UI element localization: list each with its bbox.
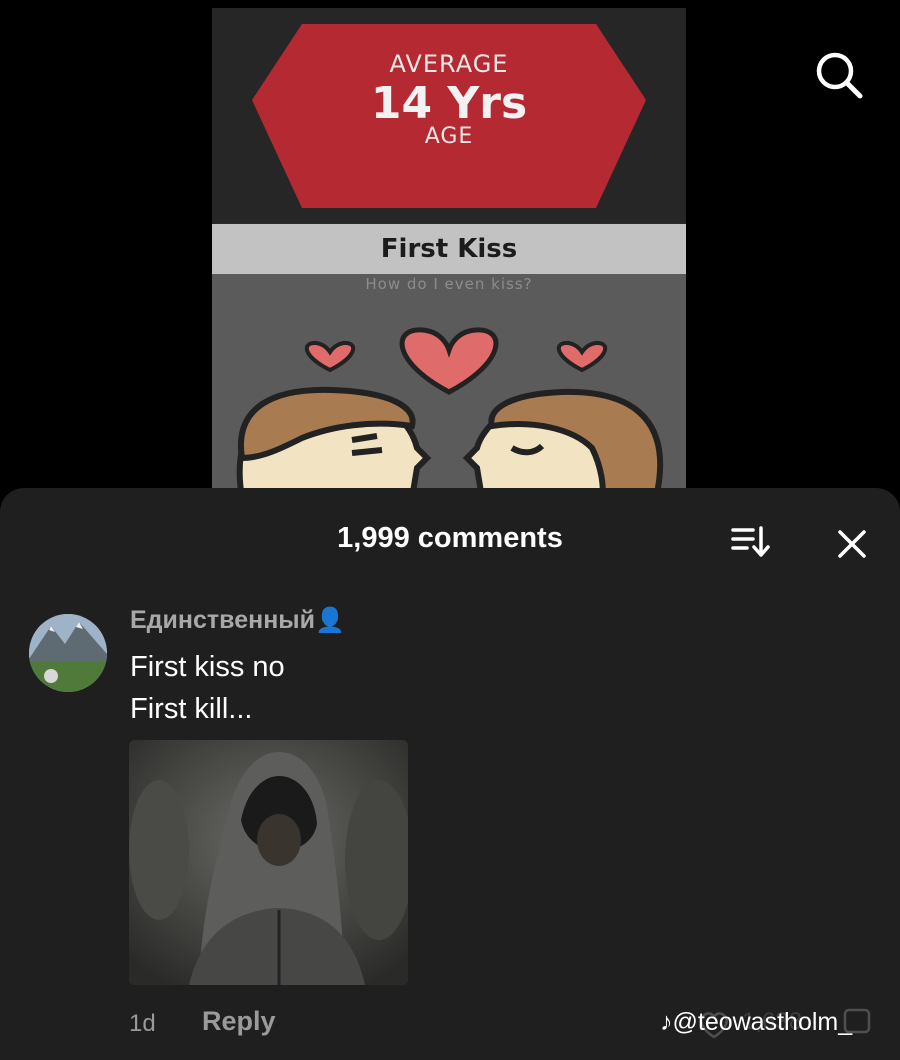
comment-line-2: First kill... — [130, 693, 253, 725]
reply-button[interactable]: Reply — [202, 1006, 276, 1037]
kissing-couple-illustration — [236, 327, 664, 498]
comment-timestamp: 1d — [129, 1010, 156, 1037]
heart-small-left-icon — [304, 341, 356, 373]
heart-small-right-icon — [556, 341, 608, 373]
video-frame[interactable]: AVERAGE 14 Yrs AGE First Kiss How do I e… — [212, 8, 686, 498]
badge-bottom-label: AGE — [424, 124, 474, 149]
badge-top-label: AVERAGE — [389, 50, 509, 78]
tiktok-icon: ♪ — [660, 1008, 673, 1036]
close-comments-button[interactable] — [832, 524, 872, 564]
comment-body: First kiss no First kill... — [130, 646, 285, 730]
comments-sheet: 1,999 comments Единственный👤 First kiss … — [0, 488, 900, 1060]
person-emoji: 👤 — [315, 607, 345, 634]
video-subtitle: How do I even kiss? — [365, 275, 533, 293]
comment-attached-image[interactable] — [129, 740, 408, 985]
username-text: Единственный — [130, 606, 316, 634]
sort-icon — [731, 526, 770, 557]
commenter-avatar[interactable] — [29, 614, 107, 692]
tiktok-watermark: ♪@teowastholm_ — [660, 1008, 852, 1037]
heart-large-icon — [399, 327, 499, 395]
search-button[interactable] — [812, 48, 866, 102]
mountain-landscape-avatar-image — [29, 614, 107, 692]
commenter-username[interactable]: Единственный👤 — [130, 606, 345, 635]
sort-comments-button[interactable] — [729, 524, 773, 560]
video-title: First Kiss — [212, 224, 686, 274]
hooded-figure-image — [129, 740, 408, 985]
search-icon — [816, 52, 863, 99]
badge-value: 14 Yrs — [370, 78, 528, 129]
close-icon — [838, 530, 866, 558]
comment-line-1: First kiss no — [130, 651, 285, 683]
watermark-handle: @teowastholm_ — [672, 1008, 853, 1036]
